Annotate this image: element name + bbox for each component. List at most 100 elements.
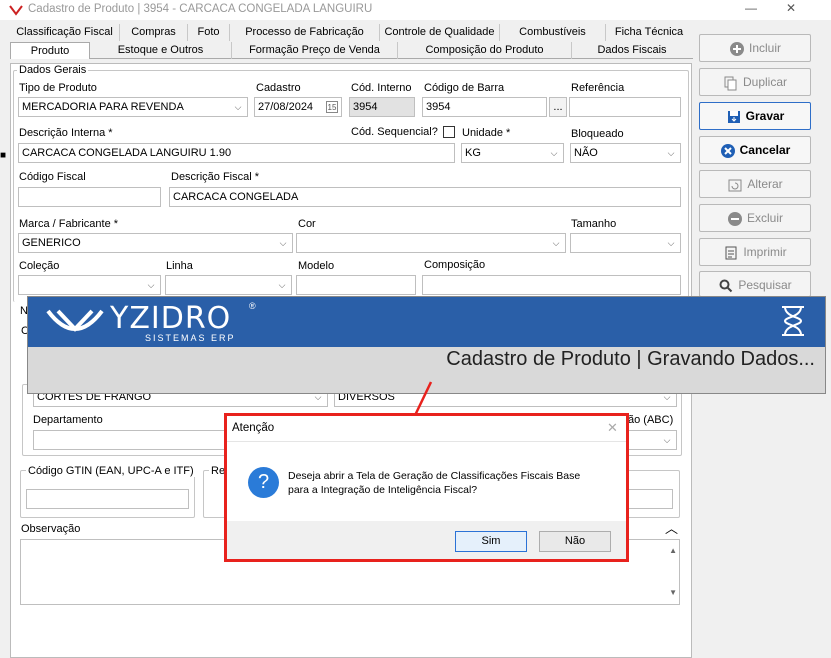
duplicar-label: Duplicar: [742, 75, 787, 89]
cor-select[interactable]: ⌵: [296, 233, 566, 253]
cod-interno-value: 3954: [353, 101, 378, 113]
banner-message: Cadastro de Produto | Gravando Dados...: [446, 348, 815, 370]
duplicar-button[interactable]: Duplicar: [699, 68, 811, 96]
bloqueado-label: Bloqueado: [571, 128, 624, 140]
tipo-produto-label: Tipo de Produto: [19, 82, 97, 94]
excluir-button[interactable]: Excluir: [699, 204, 811, 232]
dialog-body: ? Deseja abrir a Tela de Geração de Clas…: [227, 442, 626, 521]
unidade-select[interactable]: KG ⌵: [461, 143, 564, 163]
dialog-title-bar: Atenção ✕: [227, 416, 626, 442]
atencao-dialog: Atenção ✕ ? Deseja abrir a Tela de Geraç…: [224, 413, 629, 562]
chevron-down-icon: ⌵: [552, 238, 560, 248]
pesquisar-button[interactable]: Pesquisar: [699, 271, 811, 297]
banner-header: YZIDRO ® SISTEMAS ERP: [28, 297, 825, 347]
calendar-icon[interactable]: 15: [326, 101, 338, 113]
cancelar-button[interactable]: Cancelar: [699, 136, 811, 164]
tamanho-select[interactable]: ⌵: [570, 233, 681, 253]
gravar-button[interactable]: Gravar: [699, 102, 811, 130]
referencia-label: Referência: [571, 82, 625, 94]
gravar-label: Gravar: [745, 109, 785, 123]
modelo-field[interactable]: [296, 275, 416, 295]
dialog-close-icon[interactable]: ✕: [607, 420, 618, 436]
chevron-down-icon: ⌵: [278, 280, 286, 290]
tab-combustiveis[interactable]: Combustíveis: [500, 24, 606, 41]
codigo-barra-value: 3954: [426, 101, 451, 113]
tabs-row-2: Produto Estoque e Outros Formação Preço …: [10, 42, 693, 59]
tamanho-label: Tamanho: [571, 218, 617, 230]
departamento-select[interactable]: [33, 430, 233, 450]
tab-classificacao-fiscal[interactable]: Classificação Fiscal: [10, 24, 120, 41]
cod-interno-field: 3954: [349, 97, 415, 117]
codigo-fiscal-field[interactable]: [18, 187, 161, 207]
unidade-label: Unidade *: [462, 127, 511, 139]
logo-registered: ®: [249, 301, 256, 311]
window-title: Cadastro de Produto | 3954 - CARCACA CON…: [28, 3, 373, 15]
scroll-up-icon[interactable]: ▲: [669, 542, 677, 560]
save-icon: [727, 110, 740, 123]
linha-select[interactable]: ⌵: [165, 275, 292, 295]
chevron-down-icon: ⌵: [663, 435, 671, 445]
gtin-label: Código GTIN (EAN, UPC-A e ITF): [26, 465, 196, 477]
codigo-barra-button[interactable]: ...: [549, 97, 567, 117]
gtin-field[interactable]: [26, 489, 189, 509]
colecao-select[interactable]: ⌵: [18, 275, 161, 295]
codigo-barra-label: Código de Barra: [424, 82, 505, 94]
tab-processo-fabricacao[interactable]: Processo de Fabricação: [230, 24, 380, 41]
chevron-down-icon: ⌵: [550, 148, 558, 158]
cor-label: Cor: [298, 218, 316, 230]
curva-abc-label: ão (ABC): [628, 414, 674, 426]
tab-composicao-produto[interactable]: Composição do Produto: [398, 42, 572, 59]
logo-wordmark: YZIDRO: [110, 301, 232, 336]
cancelar-label: Cancelar: [739, 143, 791, 157]
question-icon: ?: [248, 467, 279, 498]
sim-button[interactable]: Sim: [455, 531, 527, 552]
tab-foto[interactable]: Foto: [188, 24, 230, 41]
unidade-value: KG: [465, 147, 481, 159]
minus-icon: [727, 211, 742, 226]
hourglass-icon: [782, 306, 804, 336]
print-icon: [725, 246, 737, 260]
imprimir-button[interactable]: Imprimir: [699, 238, 811, 266]
tab-compras[interactable]: Compras: [120, 24, 188, 41]
marca-select[interactable]: GENERICO ⌵: [18, 233, 293, 253]
nao-button[interactable]: Não: [539, 531, 611, 552]
marca-value: GENERICO: [22, 237, 81, 249]
incluir-button[interactable]: Incluir: [699, 34, 811, 62]
descricao-interna-field[interactable]: CARCACA CONGELADA LANGUIRU 1.90: [18, 143, 455, 163]
app-logo-icon: [9, 5, 23, 16]
tab-formacao-preco[interactable]: Formação Preço de Venda: [232, 42, 398, 59]
search-icon: [719, 279, 733, 293]
cadastro-date-field[interactable]: 27/08/2024 15: [254, 97, 342, 117]
chevron-up-icon[interactable]: ︿: [665, 518, 678, 537]
pesquisar-label: Pesquisar: [738, 278, 792, 292]
tab-dados-fiscais[interactable]: Dados Fiscais: [572, 42, 692, 59]
title-bar: Cadastro de Produto | 3954 - CARCACA CON…: [0, 0, 831, 20]
referencia-field[interactable]: [569, 97, 681, 117]
plus-icon: [729, 41, 744, 56]
codigo-barra-field[interactable]: 3954: [422, 97, 547, 117]
curva-abc-select[interactable]: ⌵: [628, 430, 677, 450]
close-button[interactable]: ✕: [771, 0, 811, 18]
chevron-down-icon: ⌵: [667, 238, 675, 248]
tab-controle-qualidade[interactable]: Controle de Qualidade: [380, 24, 500, 41]
descricao-interna-label: Descrição Interna *: [19, 127, 113, 139]
alterar-label: Alterar: [747, 177, 783, 191]
logo-subtitle: SISTEMAS ERP: [145, 333, 236, 343]
chevron-down-icon: ⌵: [147, 280, 155, 290]
tab-estoque-outros[interactable]: Estoque e Outros: [90, 42, 232, 59]
bloqueado-select[interactable]: NÃO ⌵: [570, 143, 681, 163]
dialog-title: Atenção: [232, 422, 275, 434]
descricao-fiscal-field[interactable]: CARCACA CONGELADA: [169, 187, 681, 207]
bloqueado-value: NÃO: [574, 147, 598, 159]
alterar-button[interactable]: Alterar: [699, 170, 811, 198]
tipo-produto-select[interactable]: MERCADORIA PARA REVENDA ⌵: [18, 97, 248, 117]
tab-ficha-tecnica[interactable]: Ficha Técnica: [606, 24, 692, 41]
tab-produto[interactable]: Produto: [10, 42, 90, 59]
cod-sequencial-checkbox[interactable]: [443, 126, 455, 138]
colecao-label: Coleção: [19, 260, 60, 272]
imprimir-label: Imprimir: [743, 245, 787, 259]
composicao-field[interactable]: [422, 275, 681, 295]
scroll-down-icon[interactable]: ▼: [669, 584, 677, 602]
minimize-button[interactable]: —: [731, 0, 771, 18]
chevron-down-icon: ⌵: [667, 148, 675, 158]
